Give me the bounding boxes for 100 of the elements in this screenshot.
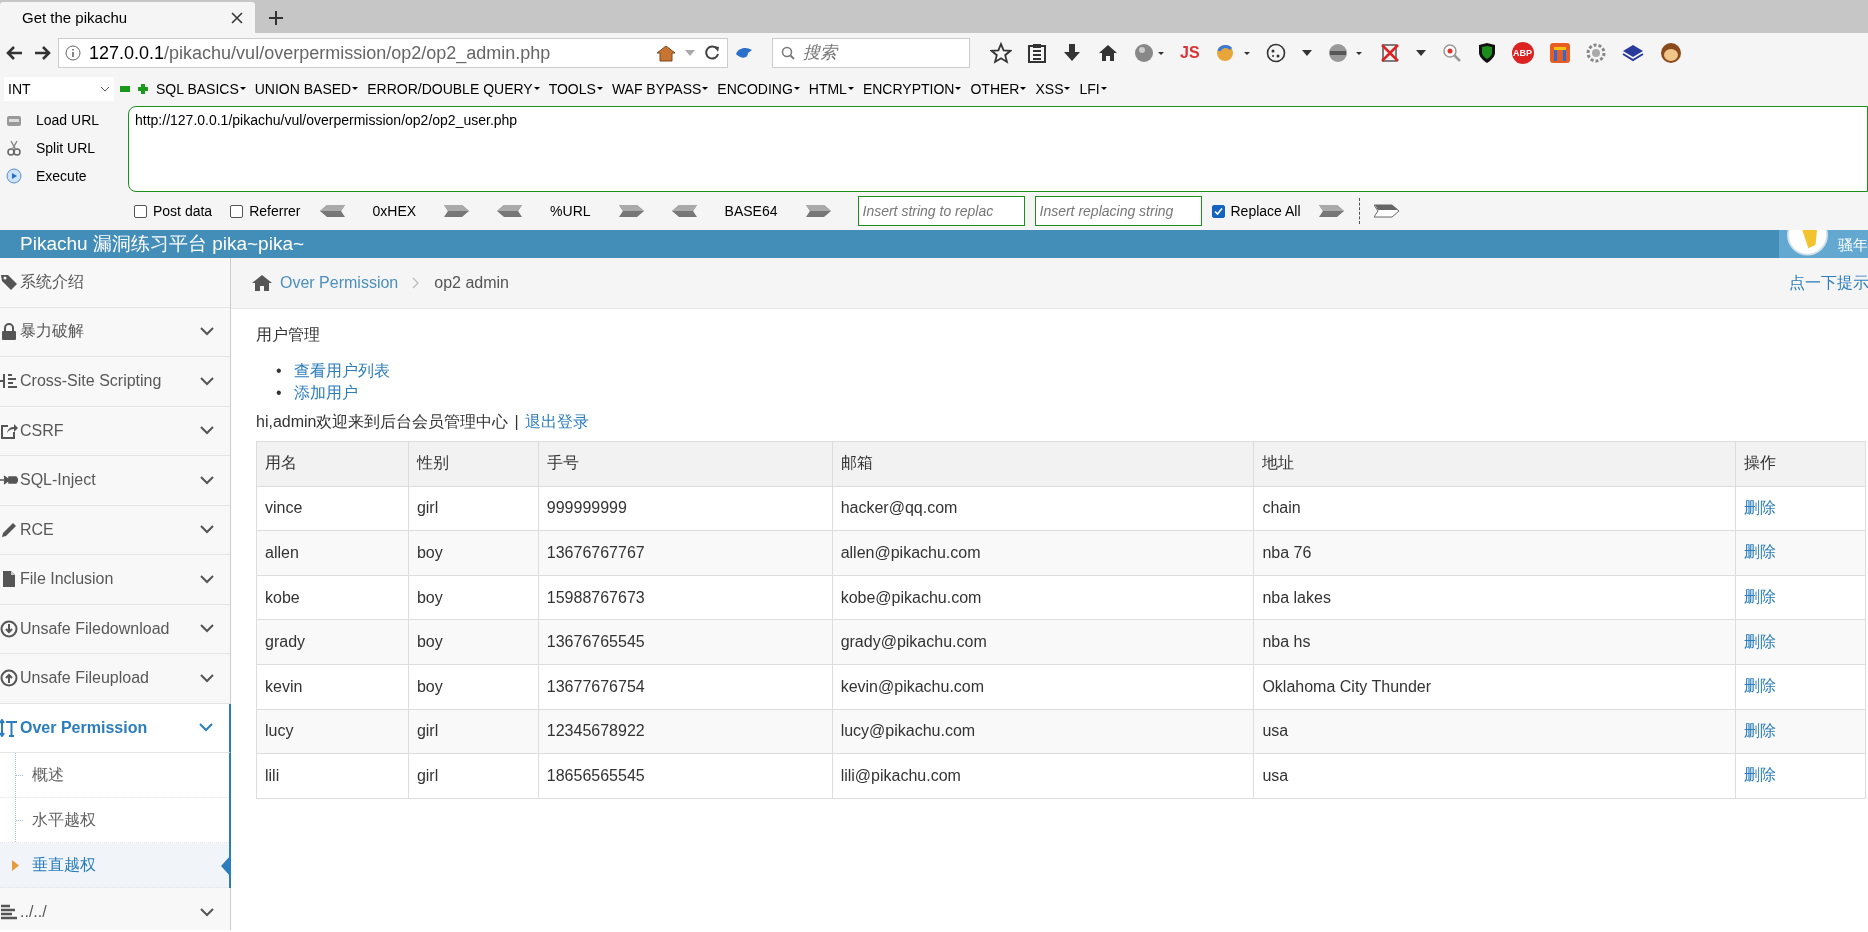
checkbox[interactable]	[230, 204, 244, 218]
column-header: 邮箱	[832, 441, 1254, 487]
grid-icon[interactable]	[1549, 43, 1570, 63]
close-icon[interactable]	[231, 11, 243, 24]
sidebar-item[interactable]: SQL-Inject	[0, 456, 230, 506]
sidebar-item[interactable]: Cross-Site Scripting	[0, 357, 230, 407]
home-icon[interactable]	[1098, 44, 1118, 62]
browser-tab[interactable]: Get the pikachu	[0, 2, 255, 33]
info-icon[interactable]	[65, 45, 81, 61]
table-cell: usa	[1253, 753, 1736, 799]
menu-item[interactable]: HTML	[808, 80, 854, 97]
menu-item[interactable]: UNION BASED	[254, 80, 359, 97]
chevron-down-icon	[200, 525, 214, 535]
table-cell: chain	[1253, 486, 1736, 531]
layers-icon[interactable]	[1621, 44, 1644, 62]
delete-link[interactable]: 删除	[1744, 543, 1777, 561]
monkey-icon[interactable]	[1659, 42, 1682, 64]
column-header: 用名	[256, 441, 409, 487]
left-arrow-button[interactable]	[496, 204, 523, 218]
download-icon[interactable]	[1062, 43, 1082, 63]
checkbox[interactable]	[1211, 204, 1225, 218]
sidebar-item[interactable]: Unsafe Fileupload	[0, 654, 230, 704]
star-icon[interactable]	[990, 42, 1012, 64]
checkbox[interactable]	[134, 204, 147, 218]
cookie-icon[interactable]	[1265, 43, 1286, 63]
delete-link[interactable]: 删除	[1744, 498, 1777, 516]
menu-item[interactable]: ENCRYPTION	[862, 80, 962, 97]
left-arrow-button[interactable]	[670, 204, 697, 218]
globe-icon[interactable]	[1134, 43, 1164, 63]
shield-icon[interactable]	[1477, 43, 1496, 63]
table-cell: 13676767767	[538, 530, 833, 576]
menu-item[interactable]: ENCODING	[717, 80, 800, 97]
table-cell: 18656565545	[538, 753, 833, 799]
adblock-icon[interactable]: ABP	[1511, 42, 1534, 64]
menu-item[interactable]: LFI	[1079, 80, 1107, 97]
checkbox-label: Referrer	[249, 203, 301, 219]
chevron-down-icon	[200, 574, 214, 584]
js-label[interactable]: JS	[1180, 44, 1200, 62]
table-cell: boy	[408, 575, 539, 620]
delete-link[interactable]: 删除	[1744, 588, 1777, 606]
submenu-item[interactable]: 垂直越权	[0, 843, 229, 888]
menu-item[interactable]: WAF BYPASS	[611, 80, 709, 97]
right-arrow-button[interactable]	[805, 204, 832, 218]
submenu-item[interactable]: 概述	[0, 753, 229, 798]
hint-link[interactable]: 点一下提示	[1789, 272, 1868, 294]
right-arrow-button[interactable]	[1373, 204, 1400, 218]
left-arrow-button[interactable]	[318, 204, 345, 218]
menu-item[interactable]: SQL BASICS	[156, 80, 246, 97]
delete-link[interactable]: 删除	[1744, 677, 1777, 695]
sidebar-item[interactable]: File Inclusion	[0, 555, 230, 605]
action-button[interactable]: Load URL	[0, 107, 128, 133]
blocked-icon[interactable]	[1379, 43, 1400, 63]
replace-field[interactable]: Insert replacing string	[1034, 196, 1202, 226]
menu-item[interactable]: TOOLS	[548, 80, 603, 97]
find-field[interactable]: Insert string to replac	[857, 196, 1025, 226]
caret-icon[interactable]	[1301, 50, 1312, 56]
search-field[interactable]: 搜索	[772, 38, 970, 68]
table-cell: girl	[408, 486, 539, 531]
action-button[interactable]: Split URL	[0, 135, 128, 161]
plus-icon[interactable]	[138, 83, 148, 94]
menu-item[interactable]: OTHER	[970, 80, 1027, 97]
sidebar-item[interactable]: Unsafe Filedownload	[0, 604, 230, 654]
magnifier-icon[interactable]	[1441, 43, 1462, 63]
sidebar-item[interactable]: RCE	[0, 505, 230, 555]
logout-link[interactable]: 退出登录	[524, 412, 589, 432]
home-icon[interactable]	[655, 44, 677, 62]
right-arrow-button[interactable]	[618, 204, 645, 218]
gear-icon[interactable]	[1585, 43, 1606, 63]
mode-select[interactable]: INT	[4, 76, 114, 101]
eye-icon[interactable]	[1327, 43, 1364, 63]
url-field[interactable]: http://127.0.0.1/pikachu/vul/overpermission/op2/op2_user.php	[128, 106, 1868, 192]
menu-item[interactable]: ERROR/DOUBLE QUERY	[367, 80, 540, 97]
delete-link[interactable]: 删除	[1744, 721, 1777, 739]
sidebar-item[interactable]: ../../	[0, 888, 230, 932]
action-button[interactable]: Execute	[0, 163, 128, 189]
table-cell: lucy	[256, 709, 409, 754]
table-cell: boy	[408, 664, 539, 710]
right-arrow-button[interactable]	[444, 204, 471, 218]
share-icon	[0, 421, 18, 440]
table-cell: allen@pikachu.com	[832, 530, 1254, 576]
delete-link[interactable]: 删除	[1744, 766, 1777, 784]
section-heading: 用户管理	[256, 325, 321, 345]
plus-icon[interactable]	[268, 10, 284, 26]
right-arrow-button[interactable]	[1318, 204, 1345, 218]
minus-icon[interactable]	[120, 85, 130, 92]
reload-icon[interactable]	[703, 44, 721, 62]
sidebar-item[interactable]: 系统介绍	[0, 258, 230, 308]
sidebar-item[interactable]: Over Permission	[0, 703, 231, 753]
sidebar-item[interactable]: CSRF	[0, 406, 230, 456]
chevron-down-icon	[200, 475, 214, 485]
menu-link[interactable]: 查看用户列表	[293, 360, 390, 382]
menu-item[interactable]: XSS	[1035, 80, 1071, 97]
caret-icon[interactable]	[1415, 50, 1426, 56]
sidebar-item[interactable]: 暴力破解	[0, 307, 230, 357]
table-cell: grady@pikachu.com	[832, 619, 1254, 665]
clipboard-icon[interactable]	[1028, 43, 1046, 63]
sync-icon[interactable]	[1215, 43, 1250, 63]
menu-link[interactable]: 添加用户	[293, 382, 358, 404]
text-height-icon	[0, 718, 18, 737]
delete-link[interactable]: 删除	[1744, 632, 1777, 650]
